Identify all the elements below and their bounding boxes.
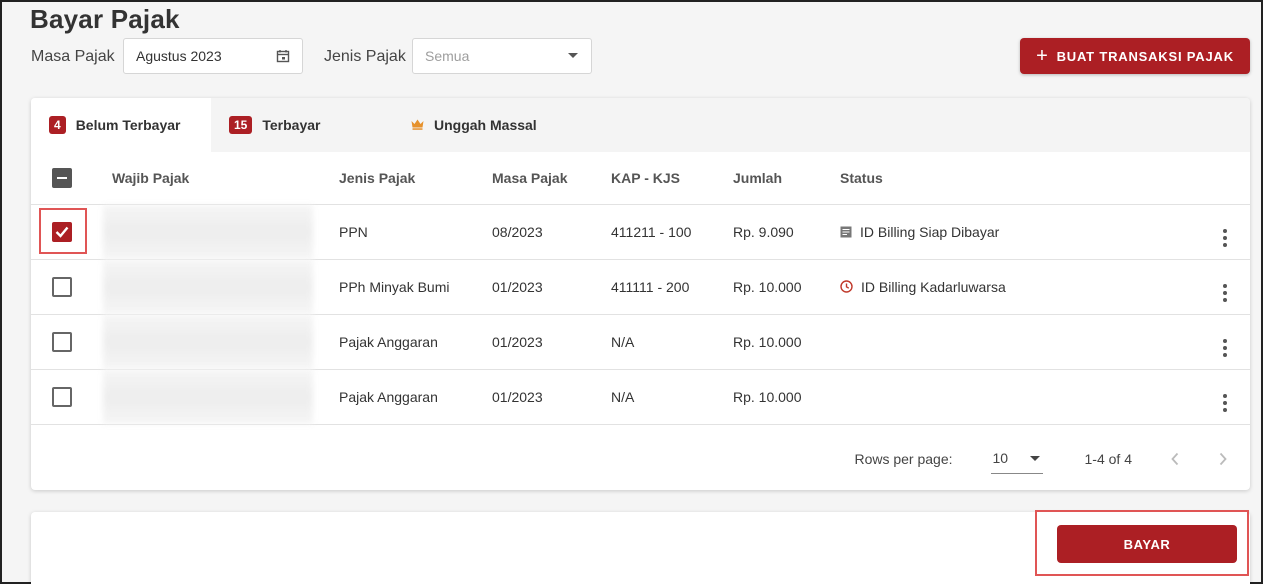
- col-jumlah[interactable]: Jumlah: [733, 152, 840, 205]
- paid-count-badge: 15: [229, 115, 253, 135]
- tab-terbayar[interactable]: 15 Terbayar: [211, 98, 393, 152]
- status-text: ID Billing Kadarluwarsa: [861, 278, 1006, 295]
- wajib-pajak-redacted: [103, 314, 339, 370]
- cell-kap: N/A: [611, 369, 733, 425]
- table-row[interactable]: PPh Minyak Bumi 01/2023 411111 - 200 Rp.…: [31, 259, 1250, 315]
- jenis-pajak-placeholder: Semua: [425, 48, 470, 64]
- status-text: ID Billing Siap Dibayar: [860, 223, 1000, 240]
- billing-card: 4 Belum Terbayar 15 Terbayar Unggah Mass…: [31, 98, 1250, 490]
- tab-bar: 4 Belum Terbayar 15 Terbayar Unggah Mass…: [31, 98, 1250, 152]
- cell-jumlah: Rp. 9.090: [733, 204, 840, 260]
- prev-page-button[interactable]: [1170, 452, 1180, 466]
- status-cell: ID Billing Kadarluwarsa: [840, 279, 1200, 295]
- document-icon: [840, 226, 852, 238]
- cell-masa: 01/2023: [492, 314, 611, 370]
- row-menu-button[interactable]: [1200, 369, 1250, 425]
- row-checkbox[interactable]: [52, 386, 72, 407]
- col-masa-pajak[interactable]: Masa Pajak: [492, 152, 611, 205]
- wajib-pajak-redacted: [103, 204, 339, 260]
- page-range: 1-4 of 4: [1084, 450, 1132, 467]
- select-all-checkbox[interactable]: [52, 167, 72, 188]
- pagination-bar: Rows per page: 10 1-4 of 4: [31, 425, 1250, 491]
- cell-jumlah: Rp. 10.000: [733, 369, 840, 425]
- wajib-pajak-redacted: [103, 369, 339, 425]
- plus-icon: +: [1036, 45, 1049, 67]
- caret-down-icon: [567, 52, 579, 60]
- pay-button[interactable]: BAYAR: [1057, 525, 1237, 563]
- more-vertical-icon: [1223, 393, 1227, 412]
- create-transaction-label: BUAT TRANSAKSI PAJAK: [1056, 48, 1234, 64]
- chevron-right-icon: [1219, 452, 1227, 465]
- next-page-button[interactable]: [1218, 452, 1228, 466]
- masa-pajak-label: Masa Pajak: [31, 48, 115, 65]
- tab-label: Unggah Massal: [434, 117, 537, 133]
- cell-kap: 411111 - 200: [611, 259, 733, 315]
- more-vertical-icon: [1223, 283, 1227, 302]
- status-cell: [840, 314, 1200, 370]
- cell-jumlah: Rp. 10.000: [733, 259, 840, 315]
- row-checkbox[interactable]: [52, 331, 72, 352]
- masa-pajak-picker[interactable]: Agustus 2023: [123, 38, 303, 74]
- rows-per-page-label: Rows per page:: [854, 450, 953, 467]
- caret-down-icon: [1029, 450, 1041, 466]
- cell-jenis: PPh Minyak Bumi: [339, 259, 492, 315]
- jenis-pajak-label: Jenis Pajak: [324, 48, 406, 65]
- tab-label: Belum Terbayar: [75, 117, 181, 133]
- rows-per-page-value: 10: [992, 450, 1009, 466]
- calendar-icon: [276, 49, 290, 63]
- cell-masa: 08/2023: [492, 204, 611, 260]
- cell-kap: 411211 - 100: [611, 204, 733, 260]
- cell-jenis: PPN: [339, 204, 492, 260]
- rows-per-page-select[interactable]: 10: [990, 444, 1043, 474]
- table-row[interactable]: PPN 08/2023 411211 - 100 Rp. 9.090 ID Bi…: [31, 204, 1250, 260]
- billing-table: Wajib Pajak Jenis Pajak Masa Pajak KAP -…: [31, 152, 1250, 425]
- col-status[interactable]: Status: [840, 152, 1200, 205]
- cell-jumlah: Rp. 10.000: [733, 314, 840, 370]
- col-wajib-pajak[interactable]: Wajib Pajak: [103, 152, 339, 205]
- jenis-pajak-select[interactable]: Semua: [412, 38, 592, 74]
- status-cell: [840, 369, 1200, 425]
- wajib-pajak-redacted: [103, 259, 339, 315]
- table-row[interactable]: Pajak Anggaran 01/2023 N/A Rp. 10.000: [31, 314, 1250, 370]
- create-transaction-button[interactable]: + BUAT TRANSAKSI PAJAK: [1020, 38, 1250, 74]
- status-cell: ID Billing Siap Dibayar: [840, 224, 1200, 240]
- cell-masa: 01/2023: [492, 369, 611, 425]
- col-jenis-pajak[interactable]: Jenis Pajak: [339, 152, 492, 205]
- cell-masa: 01/2023: [492, 259, 611, 315]
- more-vertical-icon: [1223, 228, 1227, 247]
- cell-kap: N/A: [611, 314, 733, 370]
- table-row[interactable]: Pajak Anggaran 01/2023 N/A Rp. 10.000: [31, 369, 1250, 425]
- tab-unggah-massal[interactable]: Unggah Massal: [393, 98, 537, 152]
- clock-icon: [840, 280, 853, 293]
- crown-icon: [411, 118, 424, 133]
- row-checkbox[interactable]: [52, 276, 72, 297]
- table-header-row: Wajib Pajak Jenis Pajak Masa Pajak KAP -…: [31, 152, 1250, 205]
- tab-label: Terbayar: [262, 117, 321, 133]
- page-title: Bayar Pajak: [30, 4, 180, 34]
- cell-jenis: Pajak Anggaran: [339, 369, 492, 425]
- more-vertical-icon: [1223, 338, 1227, 357]
- tab-belum-terbayar[interactable]: 4 Belum Terbayar: [31, 98, 211, 152]
- row-checkbox-checked[interactable]: [52, 221, 72, 242]
- row-menu-button[interactable]: [1200, 259, 1250, 315]
- row-menu-button[interactable]: [1200, 314, 1250, 370]
- row-menu-button[interactable]: [1200, 204, 1250, 260]
- col-kap-kjs[interactable]: KAP - KJS: [611, 152, 733, 205]
- cell-jenis: Pajak Anggaran: [339, 314, 492, 370]
- chevron-left-icon: [1171, 452, 1179, 465]
- masa-pajak-value: Agustus 2023: [136, 48, 222, 64]
- unpaid-count-badge: 4: [49, 115, 66, 135]
